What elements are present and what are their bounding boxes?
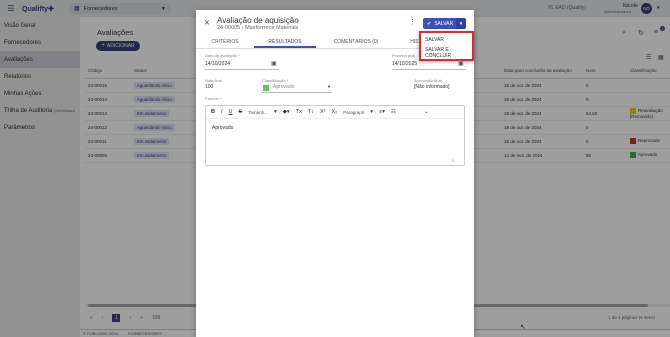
opinion-text[interactable]: Aprovado: [206, 119, 464, 137]
text-style-icon[interactable]: T↕: [308, 109, 314, 115]
dialog-title: Avaliação de aquisição: [217, 16, 299, 25]
menu-item-save[interactable]: SALVAR: [421, 33, 472, 46]
approval-value: [Não informado]: [414, 84, 450, 90]
tab-resultados[interactable]: RESULTADOS: [254, 36, 316, 48]
save-options-menu: SALVAR SALVAR E CONCLUIR: [419, 31, 474, 61]
save-button[interactable]: ✔ SALVAR: [423, 18, 456, 29]
note-label: Nota final: [205, 78, 222, 83]
highlight-icon[interactable]: ◆▾: [283, 109, 290, 115]
superscript-icon[interactable]: X²: [320, 109, 326, 115]
dialog-subtitle: 24-00005 - Maxforrrece Materials: [217, 25, 299, 31]
paragraph-chevron-icon: ▾: [370, 109, 374, 115]
mouse-cursor-icon: ↖: [520, 324, 526, 331]
opinion-editor[interactable]: B I U S Tamanh... ▾ ◆▾ Tx T↕ X² X₂ Parag…: [205, 105, 465, 166]
check-icon: ✔: [427, 20, 432, 27]
save-options-toggle[interactable]: ▼: [456, 18, 466, 29]
list-icon[interactable]: ☷: [391, 109, 396, 115]
classification-label: Classificação *: [262, 78, 289, 83]
more-options-icon[interactable]: ⋮: [409, 18, 416, 26]
tab-comentarios[interactable]: COMENTÁRIOS (0): [316, 36, 396, 48]
font-size-chevron-icon: ▾: [273, 109, 277, 115]
tab-criterios[interactable]: CRITÉRIOS: [196, 36, 254, 48]
underline-icon[interactable]: U: [229, 109, 233, 115]
classification-select[interactable]: Aprovado: [273, 84, 294, 90]
date-field[interactable]: 14/10/2024: [205, 61, 230, 67]
paragraph-select[interactable]: Paragraph: [343, 110, 364, 115]
menu-item-save-and-complete[interactable]: SALVAR E CONCLUIR: [421, 46, 472, 59]
next-evaluation-field[interactable]: 14/10/2025: [392, 61, 417, 67]
char-count: 0: [451, 158, 454, 163]
date-label: Data da avaliação *: [205, 53, 240, 58]
close-icon[interactable]: ✕: [204, 19, 210, 27]
note-value: 100: [205, 84, 214, 90]
bold-icon[interactable]: B: [211, 109, 215, 115]
expand-toolbar-icon[interactable]: ⌄: [424, 109, 429, 115]
italic-icon[interactable]: I: [221, 109, 223, 115]
font-size-select[interactable]: Tamanh...: [248, 110, 268, 115]
chevron-down-icon: ▼: [458, 21, 464, 26]
strikethrough-icon[interactable]: S: [239, 109, 243, 115]
editor-toolbar: B I U S Tamanh... ▾ ◆▾ Tx T↕ X² X₂ Parag…: [206, 106, 464, 119]
chevron-down-icon: ▼: [327, 84, 331, 89]
next-evaluation-label: Próxima aval...: [392, 53, 419, 58]
classification-color: [263, 85, 269, 91]
subscript-icon[interactable]: X₂: [331, 109, 337, 115]
align-icon[interactable]: ≡▾: [379, 109, 385, 115]
calendar-icon[interactable]: ▣: [271, 60, 277, 67]
opinion-label: Parecer *: [205, 96, 222, 101]
clear-format-icon[interactable]: Tx: [296, 109, 302, 115]
approval-label: Aprovação final: [414, 78, 442, 83]
calendar-icon[interactable]: ▣: [458, 60, 464, 67]
